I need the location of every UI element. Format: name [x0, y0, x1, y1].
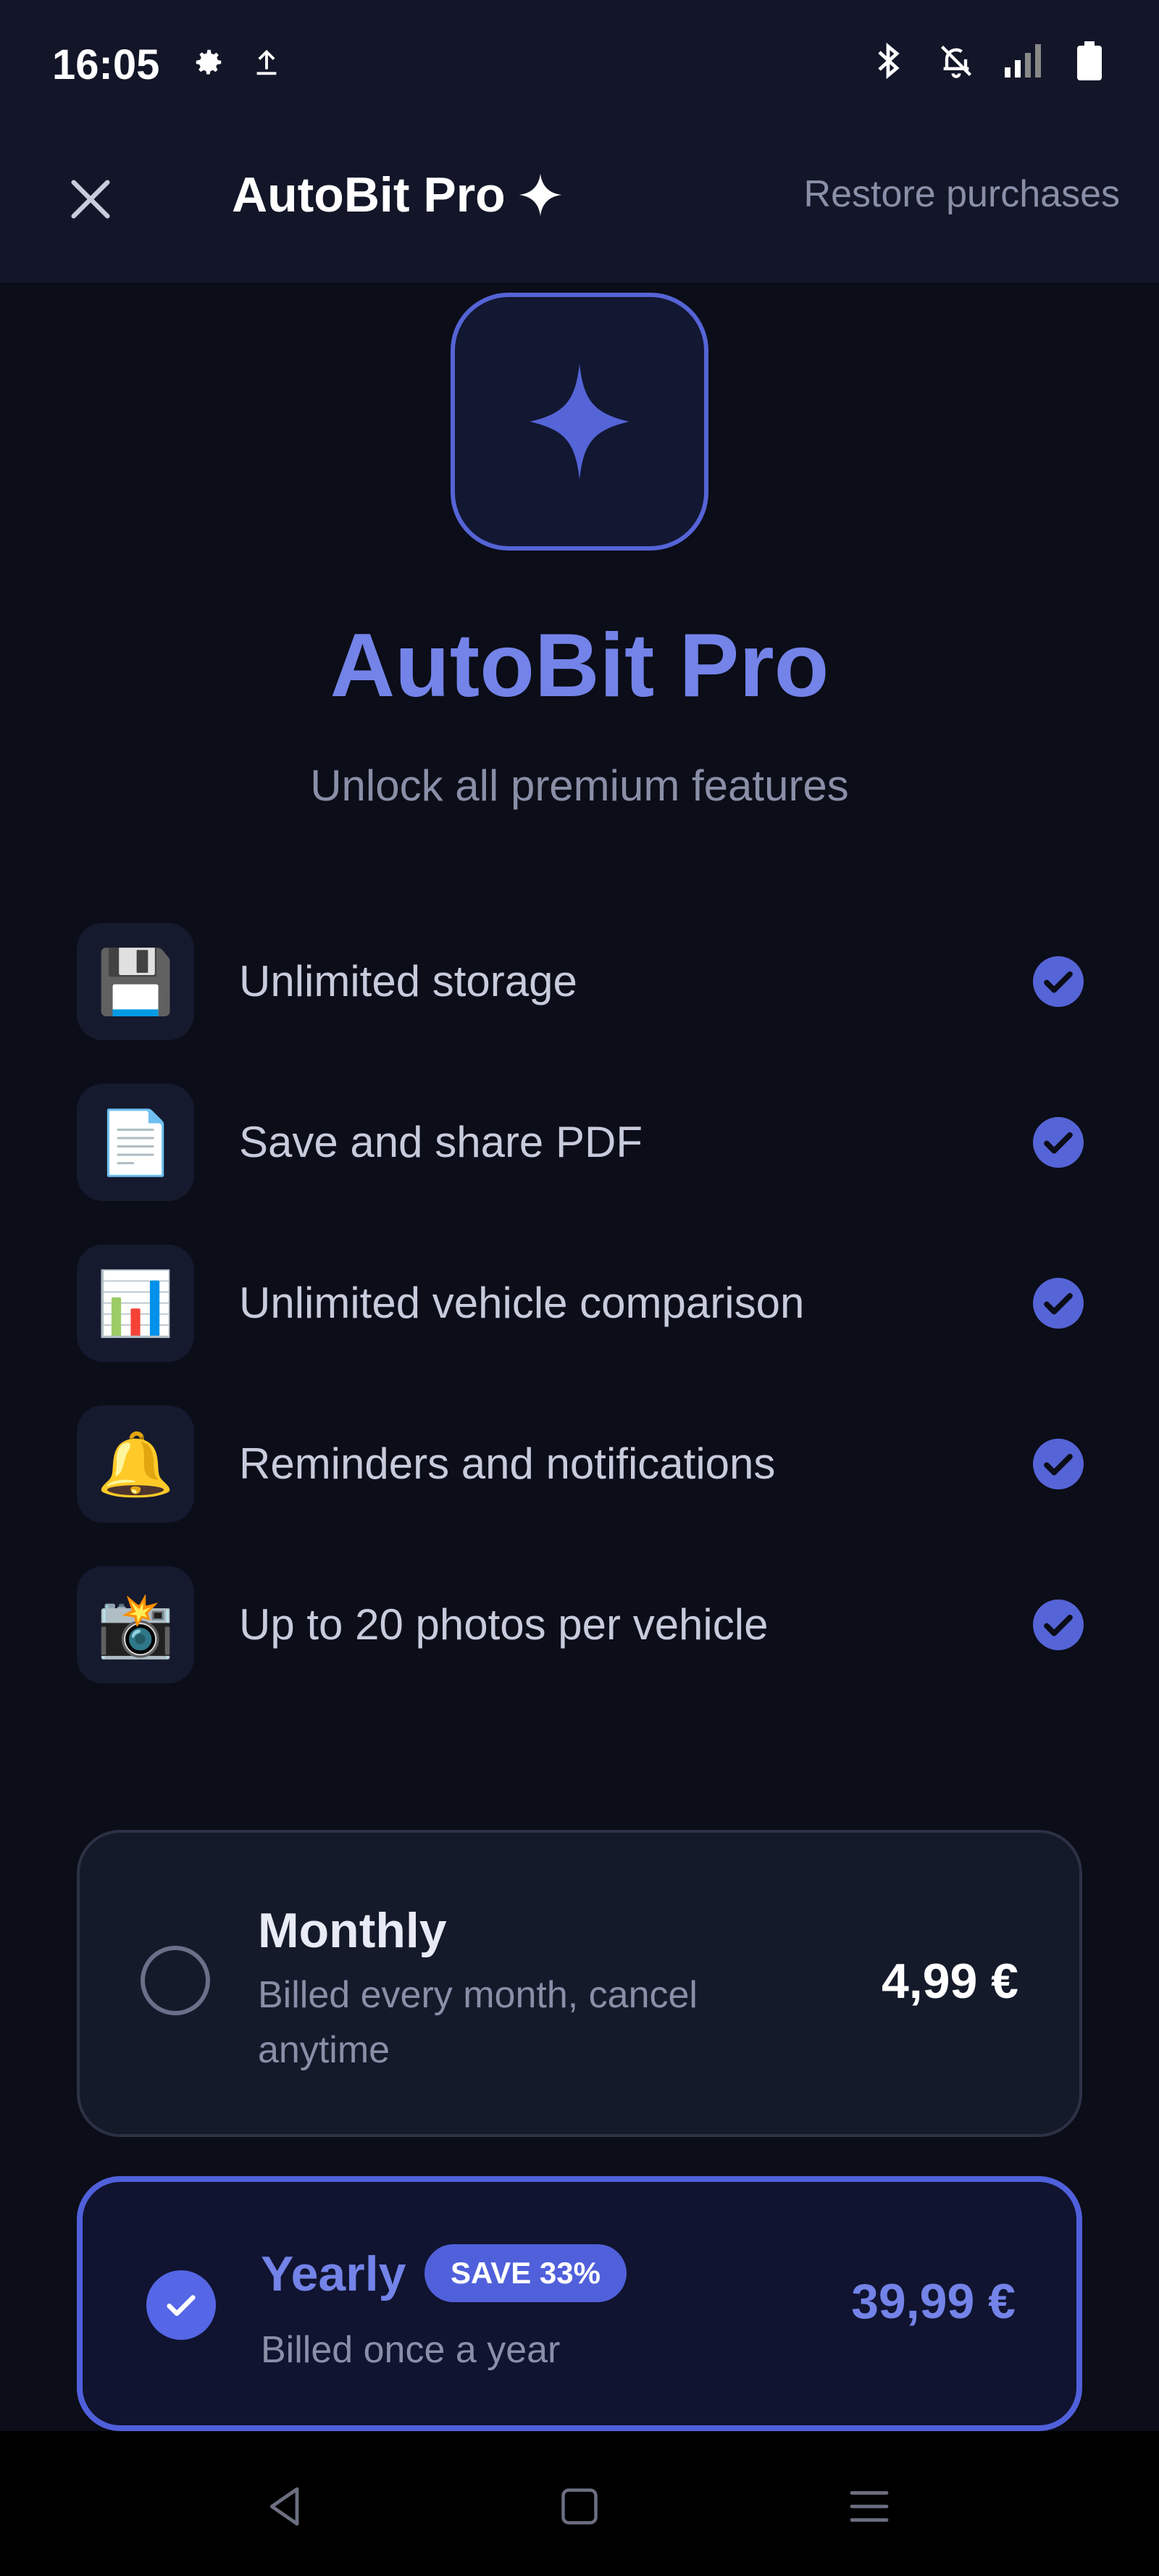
status-right-icons — [871, 41, 1108, 80]
feature-row: 🔔 Reminders and notifications — [77, 1405, 1084, 1566]
sparkle-icon — [519, 173, 562, 217]
plan-name: Yearly — [261, 2246, 406, 2301]
restore-purchases-button[interactable]: Restore purchases — [804, 172, 1120, 216]
home-icon — [561, 2488, 598, 2525]
settings-icon — [190, 43, 227, 81]
plan-yearly-radio[interactable] — [146, 2270, 216, 2340]
plan-description: Billed every month, cancel anytime — [258, 1974, 698, 2071]
check-circle-icon — [1033, 1117, 1084, 1168]
feature-row: 📊 Unlimited vehicle comparison — [77, 1245, 1084, 1405]
save-badge: SAVE 33% — [424, 2244, 627, 2302]
nav-menu-button[interactable] — [840, 2477, 898, 2535]
plan-name: Monthly — [258, 1903, 447, 1958]
close-button[interactable] — [58, 167, 123, 232]
bar-chart-icon: 📊 — [77, 1245, 194, 1362]
app-title: AutoBit Pro — [232, 167, 564, 223]
feature-label: Unlimited storage — [239, 957, 577, 1005]
check-circle-icon — [1033, 1439, 1084, 1489]
close-icon — [71, 180, 110, 219]
system-nav-bar — [0, 2431, 1159, 2576]
check-circle-icon — [1033, 1599, 1084, 1650]
hero-icon-box — [451, 293, 708, 551]
nav-home-button[interactable] — [551, 2477, 608, 2535]
feature-row: 📄 Save and share PDF — [77, 1084, 1084, 1245]
bluetooth-icon — [871, 42, 908, 80]
feature-list: 💾 Unlimited storage 📄 Save and share PDF… — [77, 923, 1084, 1727]
document-icon: 📄 — [77, 1084, 194, 1201]
check-circle-icon — [1033, 1278, 1084, 1329]
feature-label: Unlimited vehicle comparison — [239, 1279, 805, 1327]
upload-icon — [248, 43, 285, 81]
nav-back-button[interactable] — [256, 2477, 314, 2535]
feature-row: 💾 Unlimited storage — [77, 923, 1084, 1084]
signal-icon — [1004, 42, 1042, 80]
plan-price: 4,99 € — [881, 1954, 1018, 2009]
notifications-off-icon — [937, 42, 975, 80]
back-icon — [269, 2487, 299, 2526]
floppy-disk-icon: 💾 — [77, 923, 194, 1040]
bell-icon: 🔔 — [77, 1405, 194, 1523]
app-bar: AutoBit Pro Restore purchases — [0, 130, 1159, 283]
app-title-text: AutoBit Pro — [232, 167, 506, 222]
plan-description: Billed once a year — [261, 2329, 561, 2371]
camera-icon: 📸 — [77, 1566, 194, 1684]
status-bar: 16:05 — [0, 0, 1159, 130]
plan-yearly-card[interactable]: Yearly SAVE 33% Billed once a year 39,99… — [77, 2176, 1082, 2431]
plan-price: 39,99 € — [851, 2274, 1016, 2329]
battery-icon — [1071, 41, 1108, 80]
status-left-icons — [190, 43, 285, 81]
hero-title: AutoBit Pro — [330, 616, 829, 716]
sparkle-icon — [530, 364, 629, 480]
plan-monthly-radio[interactable] — [141, 1946, 210, 2015]
menu-icon — [850, 2491, 889, 2522]
check-icon — [167, 2295, 196, 2316]
check-circle-icon — [1033, 956, 1084, 1007]
plan-monthly-card[interactable]: Monthly Billed every month, cancel anyti… — [77, 1830, 1082, 2137]
feature-label: Reminders and notifications — [239, 1439, 776, 1488]
feature-label: Up to 20 photos per vehicle — [239, 1600, 769, 1649]
feature-label: Save and share PDF — [239, 1118, 643, 1166]
status-time: 16:05 — [52, 41, 160, 88]
hero-subtitle: Unlock all premium features — [310, 761, 849, 810]
feature-row: 📸 Up to 20 photos per vehicle — [77, 1566, 1084, 1727]
